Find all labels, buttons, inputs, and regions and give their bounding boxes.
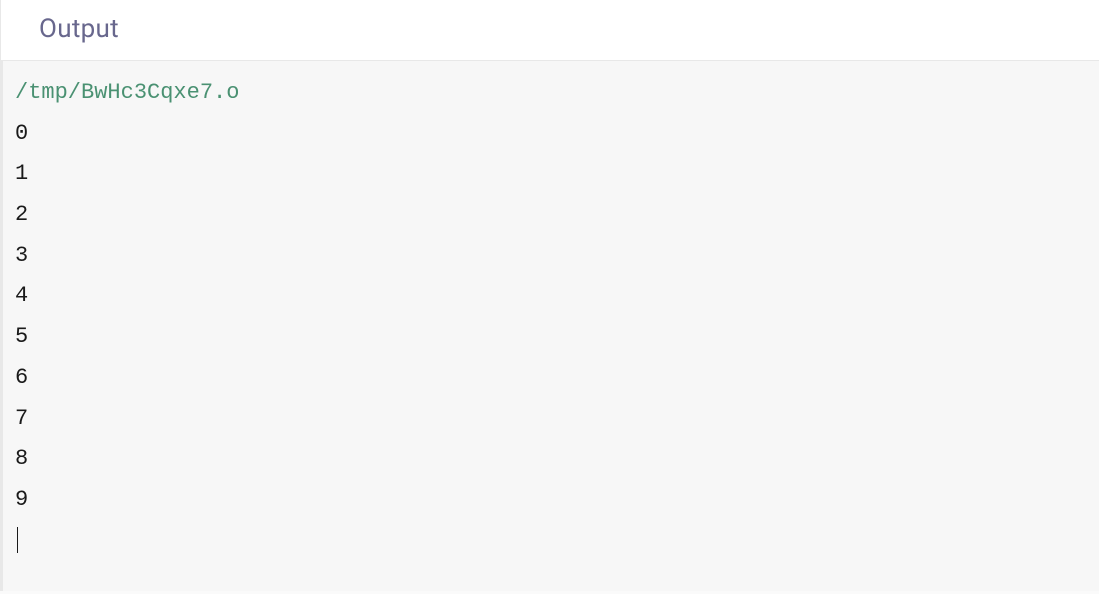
output-title: Output — [39, 14, 1099, 44]
output-line: 0 — [15, 114, 1099, 155]
output-line: 6 — [15, 358, 1099, 399]
cursor-icon — [17, 527, 18, 553]
output-line: 4 — [15, 276, 1099, 317]
output-line: 8 — [15, 439, 1099, 480]
cursor-line — [15, 521, 1099, 562]
output-line: 3 — [15, 236, 1099, 277]
output-line: 2 — [15, 195, 1099, 236]
output-path: /tmp/BwHc3Cqxe7.o — [15, 73, 1099, 114]
output-line: 5 — [15, 317, 1099, 358]
output-area[interactable]: /tmp/BwHc3Cqxe7.o 0 1 2 3 4 5 6 7 8 9 — [0, 61, 1099, 591]
output-header: Output — [0, 0, 1099, 61]
output-line: 1 — [15, 154, 1099, 195]
output-line: 9 — [15, 480, 1099, 521]
output-line: 7 — [15, 399, 1099, 440]
